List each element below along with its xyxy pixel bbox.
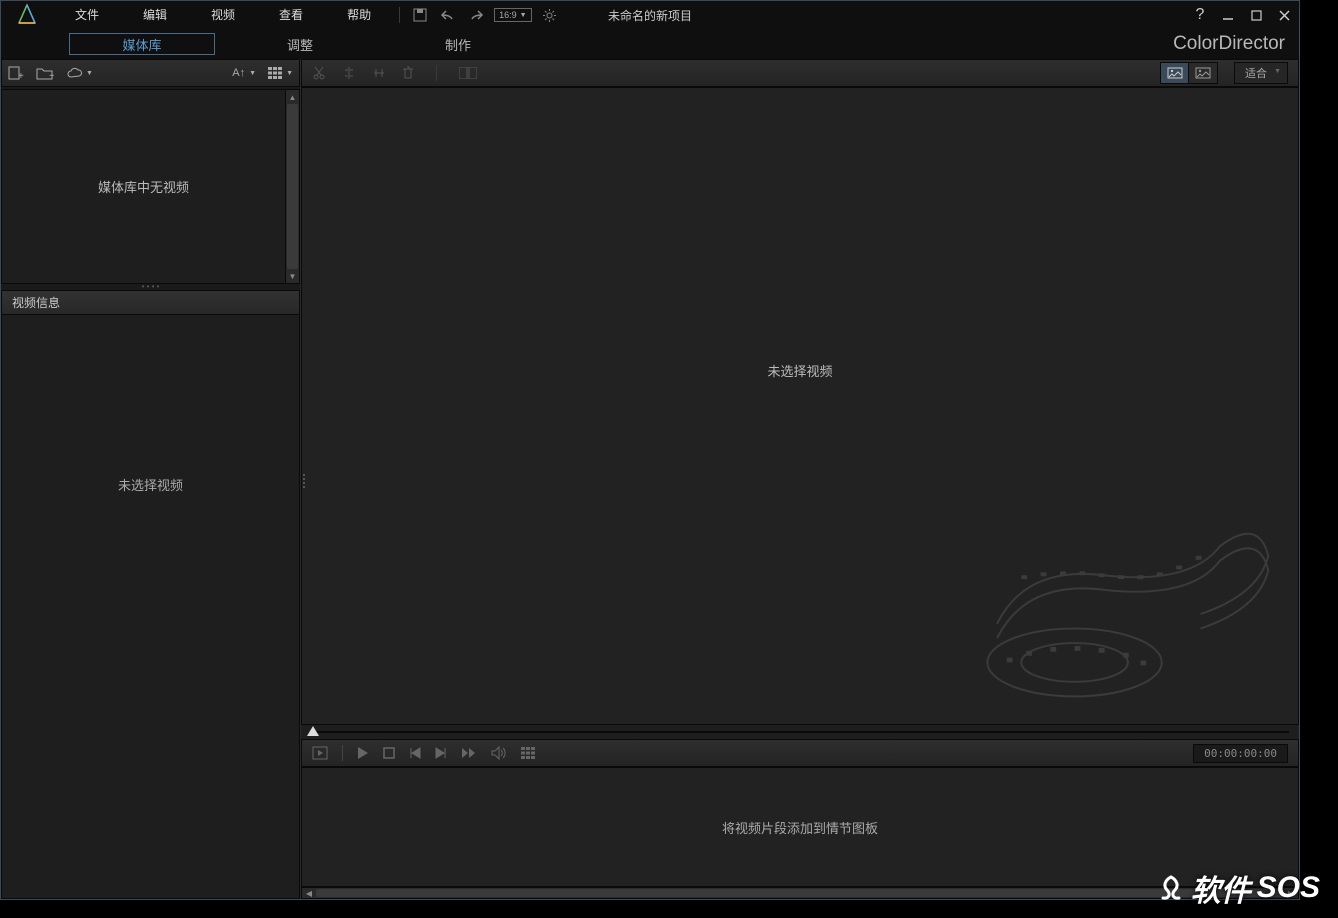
watermark-suffix: SOS [1257, 871, 1320, 905]
video-info-header: 视频信息 [2, 291, 299, 315]
main-area: + + ▼ A↑▼ ▼ 媒体库中无视频 ▲ [1, 59, 1299, 899]
tab-library[interactable]: 媒体库 [69, 33, 215, 55]
playhead-icon[interactable] [307, 726, 319, 738]
tab-produce[interactable]: 制作 [385, 33, 531, 55]
cloud-icon[interactable]: ▼ [66, 67, 93, 79]
workspace-tabs: 媒体库 调整 制作 ColorDirector [1, 29, 1299, 59]
view-mode-thumbnail[interactable] [1161, 63, 1189, 83]
next-frame-button[interactable] [435, 747, 447, 759]
left-panel: + + ▼ A↑▼ ▼ 媒体库中无视频 ▲ [1, 59, 301, 899]
undo-icon[interactable] [438, 5, 458, 25]
view-mode-toggle [1160, 62, 1218, 84]
menu-video[interactable]: 视频 [189, 1, 257, 29]
settings-icon[interactable] [540, 5, 560, 25]
media-empty-message: 媒体库中无视频 [2, 90, 285, 283]
storyboard-panel[interactable]: 将视频片段添加到情节图板 [301, 767, 1299, 887]
help-button[interactable]: ? [1193, 8, 1207, 22]
title-bar: 文件 编辑 视频 查看 帮助 16:9 ▼ 未命名的新项目 ? [1, 1, 1299, 29]
playback-controls: 00:00:00:00 [301, 739, 1299, 767]
menu-edit[interactable]: 编辑 [121, 1, 189, 29]
aspect-ratio-selector[interactable]: 16:9 ▼ [494, 8, 531, 22]
menu-file[interactable]: 文件 [53, 1, 121, 29]
sort-icon[interactable]: A↑▼ [232, 67, 256, 79]
timeline-slider[interactable] [301, 725, 1299, 739]
media-library-panel: 媒体库中无视频 ▲ ▼ [1, 89, 300, 284]
video-info-panel: 视频信息 未选择视频 [1, 290, 300, 899]
fast-forward-button[interactable] [461, 747, 477, 759]
snapshot-button[interactable] [521, 747, 535, 759]
delete-icon[interactable] [402, 66, 414, 80]
menu-help[interactable]: 帮助 [325, 1, 393, 29]
save-icon[interactable] [410, 5, 430, 25]
vertical-splitter[interactable] [301, 471, 307, 491]
play-button[interactable] [357, 746, 369, 760]
brand-label: ColorDirector [1173, 33, 1285, 55]
menu-view[interactable]: 查看 [257, 1, 325, 29]
volume-button[interactable] [491, 746, 507, 760]
watermark: 软件SOS [1157, 866, 1320, 910]
watermark-icon [1157, 874, 1185, 902]
maximize-button[interactable] [1249, 8, 1263, 22]
minimize-button[interactable] [1221, 8, 1235, 22]
app-window: 文件 编辑 视频 查看 帮助 16:9 ▼ 未命名的新项目 ? [0, 0, 1300, 900]
prev-frame-button[interactable] [409, 747, 421, 759]
preview-empty-message: 未选择视频 [767, 361, 832, 380]
library-toolbar: + + ▼ A↑▼ ▼ [1, 59, 300, 87]
filmstrip-art-icon [968, 504, 1278, 724]
stop-button[interactable] [383, 747, 395, 759]
import-folder-icon[interactable]: + [36, 66, 54, 80]
redo-icon[interactable] [466, 5, 486, 25]
tab-adjust[interactable]: 调整 [227, 33, 373, 55]
cut-icon[interactable] [312, 66, 326, 80]
split-icon[interactable] [342, 66, 356, 80]
watermark-text: 软件 [1191, 866, 1251, 910]
zoom-selector[interactable]: 适合 [1234, 62, 1288, 84]
preview-viewport: 未选择视频 [301, 87, 1299, 725]
close-button[interactable] [1277, 8, 1291, 22]
timecode-display[interactable]: 00:00:00:00 [1193, 744, 1288, 763]
video-info-empty: 未选择视频 [2, 315, 299, 898]
project-title: 未命名的新项目 [608, 7, 692, 24]
trim-icon[interactable] [372, 66, 386, 80]
preview-toolbar: 适合 [301, 59, 1299, 87]
scrollbar-vertical[interactable]: ▲ ▼ [285, 90, 299, 283]
svg-text:+: + [49, 71, 54, 80]
svg-text:+: + [18, 71, 24, 80]
separator [399, 7, 400, 23]
aspect-ratio-label: 16:9 [499, 10, 517, 20]
storyboard-empty-message: 将视频片段添加到情节图板 [722, 818, 878, 837]
grid-view-icon[interactable]: ▼ [268, 67, 293, 79]
app-logo-icon [15, 3, 39, 27]
compare-icon[interactable] [459, 67, 477, 79]
play-clip-button[interactable] [312, 746, 328, 760]
import-file-icon[interactable]: + [8, 66, 24, 80]
separator [436, 65, 437, 81]
scrollbar-horizontal[interactable]: ◀ ▶ [301, 887, 1299, 899]
preview-panel: 适合 未选择视频 [301, 59, 1299, 899]
view-mode-single[interactable] [1189, 63, 1217, 83]
